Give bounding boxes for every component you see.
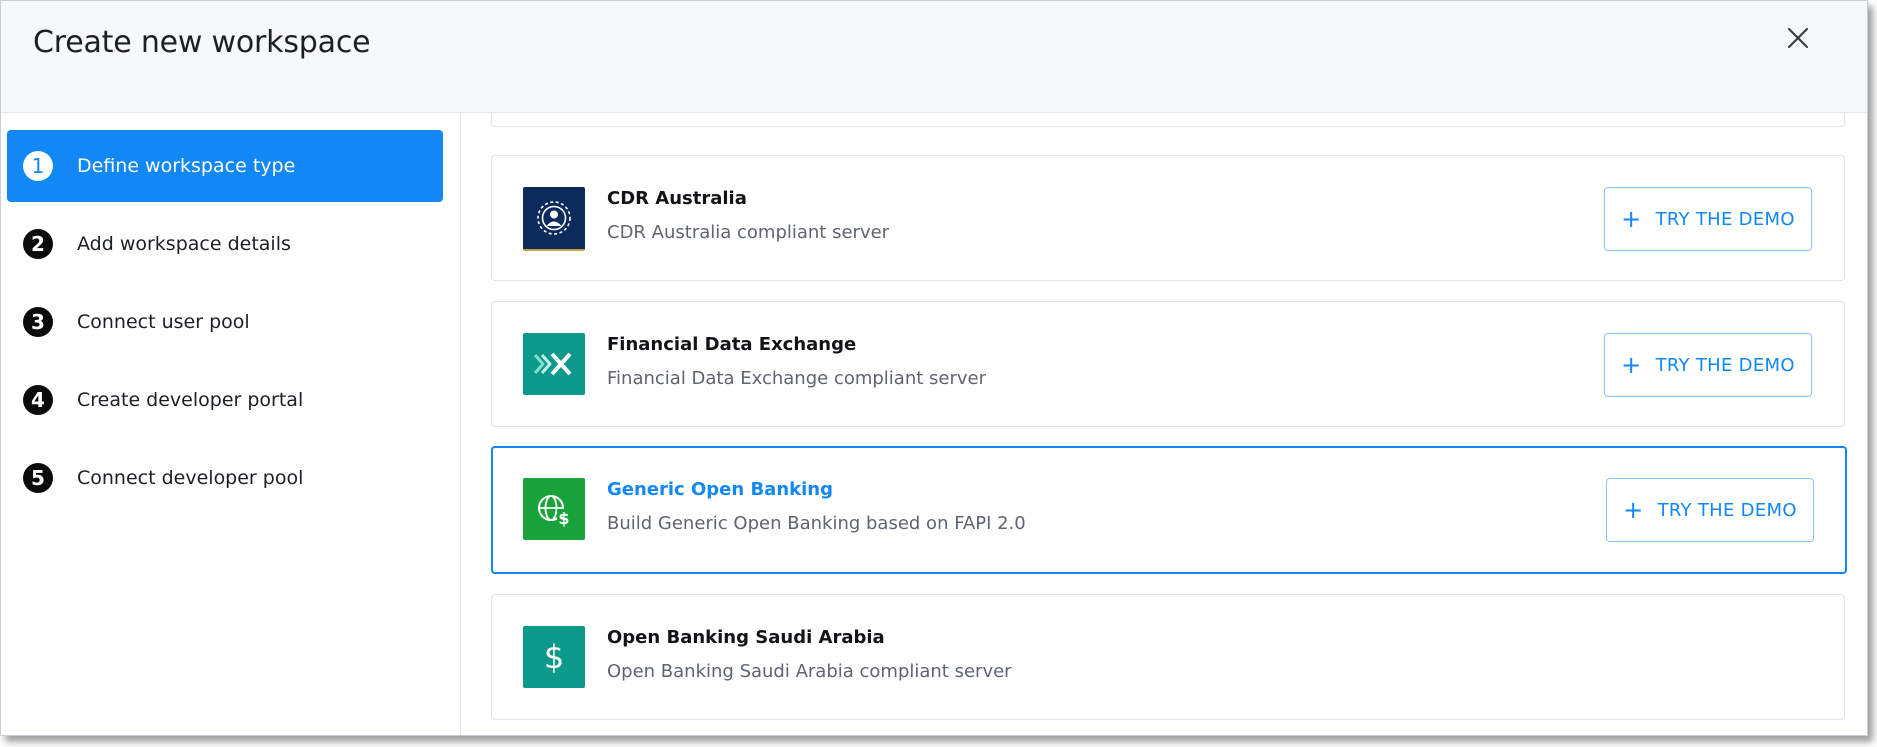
svg-text:$: $ <box>544 638 564 676</box>
card-description: CDR Australia compliant server <box>607 222 890 243</box>
plus-icon: + <box>1621 205 1642 233</box>
step-label: Define workspace type <box>77 155 296 177</box>
step-add-workspace-details[interactable]: 2 Add workspace details <box>7 208 443 280</box>
try-demo-button[interactable]: + TRY THE DEMO <box>1604 333 1812 397</box>
workspace-type-card-selected[interactable]: $ Generic Open Banking Build Generic Ope… <box>491 446 1847 574</box>
card-description: Build Generic Open Banking based on FAPI… <box>607 513 1026 534</box>
workspace-type-list[interactable]: CDR Australia CDR Australia compliant se… <box>461 113 1867 735</box>
try-demo-label: TRY THE DEMO <box>1657 499 1797 521</box>
close-icon <box>1787 27 1809 49</box>
card-description: Open Banking Saudi Arabia compliant serv… <box>607 661 1012 682</box>
card-title: CDR Australia <box>607 188 747 209</box>
step-connect-user-pool[interactable]: 3 Connect user pool <box>7 286 443 358</box>
dollar-icon: $ <box>523 626 585 688</box>
step-number: 3 <box>23 307 53 337</box>
try-demo-button[interactable]: + TRY THE DEMO <box>1606 478 1814 542</box>
step-define-workspace-type[interactable]: 1 Define workspace type <box>7 130 443 202</box>
step-label: Connect developer pool <box>77 467 304 489</box>
try-demo-label: TRY THE DEMO <box>1655 354 1795 376</box>
workspace-type-card-partial[interactable] <box>491 113 1845 127</box>
step-number: 2 <box>23 229 53 259</box>
plus-icon: + <box>1623 496 1644 524</box>
create-workspace-dialog: Create new workspace 1 Define workspace … <box>0 0 1868 736</box>
card-title: Financial Data Exchange <box>607 334 857 355</box>
svg-text:$: $ <box>558 509 569 528</box>
cdr-australia-logo-icon <box>523 187 585 251</box>
workspace-type-card[interactable]: $ Open Banking Saudi Arabia Open Banking… <box>491 594 1845 720</box>
workspace-type-card[interactable]: Financial Data Exchange Financial Data E… <box>491 301 1845 427</box>
dialog-title: Create new workspace <box>33 25 371 60</box>
dialog-header: Create new workspace <box>1 1 1867 113</box>
step-label: Create developer portal <box>77 389 304 411</box>
step-label: Add workspace details <box>77 233 291 255</box>
card-description: Financial Data Exchange compliant server <box>607 368 986 389</box>
step-label: Connect user pool <box>77 311 250 333</box>
workspace-type-card[interactable]: CDR Australia CDR Australia compliant se… <box>491 155 1845 281</box>
card-title: Open Banking Saudi Arabia <box>607 627 885 648</box>
step-connect-developer-pool[interactable]: 5 Connect developer pool <box>7 442 443 514</box>
steps-sidebar: 1 Define workspace type 2 Add workspace … <box>1 113 461 735</box>
step-number: 1 <box>23 151 53 181</box>
globe-dollar-icon: $ <box>523 478 585 540</box>
step-number: 4 <box>23 385 53 415</box>
card-title: Generic Open Banking <box>607 479 833 500</box>
close-button[interactable] <box>1783 23 1813 53</box>
try-demo-label: TRY THE DEMO <box>1655 208 1795 230</box>
plus-icon: + <box>1621 351 1642 379</box>
try-demo-button[interactable]: + TRY THE DEMO <box>1604 187 1812 251</box>
fdx-logo-icon <box>523 333 585 395</box>
step-create-developer-portal[interactable]: 4 Create developer portal <box>7 364 443 436</box>
step-number: 5 <box>23 463 53 493</box>
